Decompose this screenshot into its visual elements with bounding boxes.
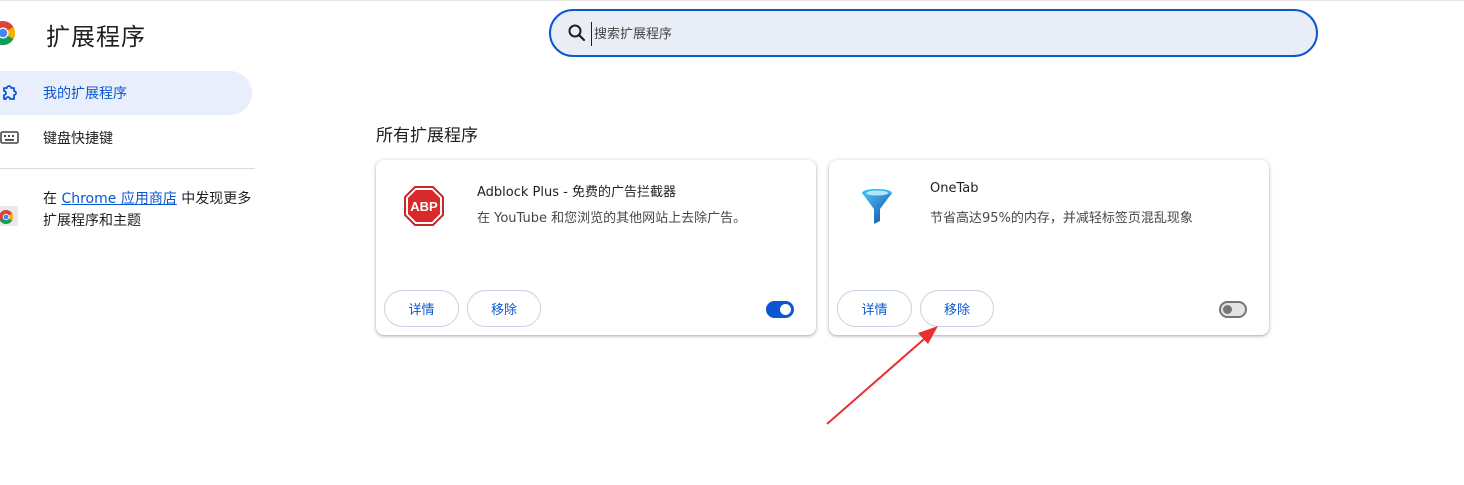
section-title: 所有扩展程序 <box>376 126 478 146</box>
window-top-border <box>0 0 1464 1</box>
search-box[interactable] <box>549 9 1318 57</box>
sidebar-item-my-extensions[interactable]: 我的扩展程序 <box>0 71 252 115</box>
extensions-puzzle-icon <box>3 85 17 100</box>
web-store-promo: 在 Chrome 应用商店 中发现更多扩展程序和主题 <box>43 188 253 232</box>
extension-description: 节省高达95%的内存，并减轻标签页混乱现象 <box>930 211 1193 226</box>
remove-button[interactable]: 移除 <box>920 290 994 327</box>
sidebar-divider <box>0 168 255 169</box>
chrome-web-store-link[interactable]: Chrome 应用商店 <box>61 191 176 207</box>
details-button[interactable]: 详情 <box>384 290 459 327</box>
web-store-text-prefix: 在 <box>43 191 62 207</box>
details-button[interactable]: 详情 <box>837 290 912 327</box>
sidebar-item-keyboard-shortcuts[interactable]: 键盘快捷键 <box>0 116 252 160</box>
remove-button[interactable]: 移除 <box>467 290 541 327</box>
extension-card-adblock-plus: ABP Adblock Plus - 免费的广告拦截器 在 YouTube 和您… <box>376 160 816 335</box>
enable-toggle[interactable] <box>1219 301 1247 318</box>
extension-name: OneTab <box>930 181 979 196</box>
extension-card-onetab: OneTab 节省高达95%的内存，并减轻标签页混乱现象 详情 移除 <box>829 160 1269 335</box>
extension-name: Adblock Plus - 免费的广告拦截器 <box>477 185 676 200</box>
onetab-funnel-icon <box>862 189 892 224</box>
annotation-arrow-shaft <box>826 332 932 425</box>
abp-icon-text: ABP <box>410 199 438 214</box>
chrome-web-store-icon <box>0 206 18 226</box>
sidebar-item-label: 键盘快捷键 <box>43 131 113 147</box>
search-input[interactable] <box>591 22 1296 46</box>
keyboard-icon <box>0 131 19 144</box>
abp-stop-sign-icon: ABP <box>404 186 444 226</box>
extension-description: 在 YouTube 和您浏览的其他网站上去除广告。 <box>477 211 747 226</box>
toggle-knob <box>780 304 791 315</box>
toggle-knob <box>1223 305 1232 314</box>
enable-toggle[interactable] <box>766 301 794 318</box>
search-icon <box>568 24 586 42</box>
sidebar-item-label: 我的扩展程序 <box>43 86 127 102</box>
chrome-logo-icon <box>0 21 16 45</box>
page-title: 扩展程序 <box>46 23 146 51</box>
